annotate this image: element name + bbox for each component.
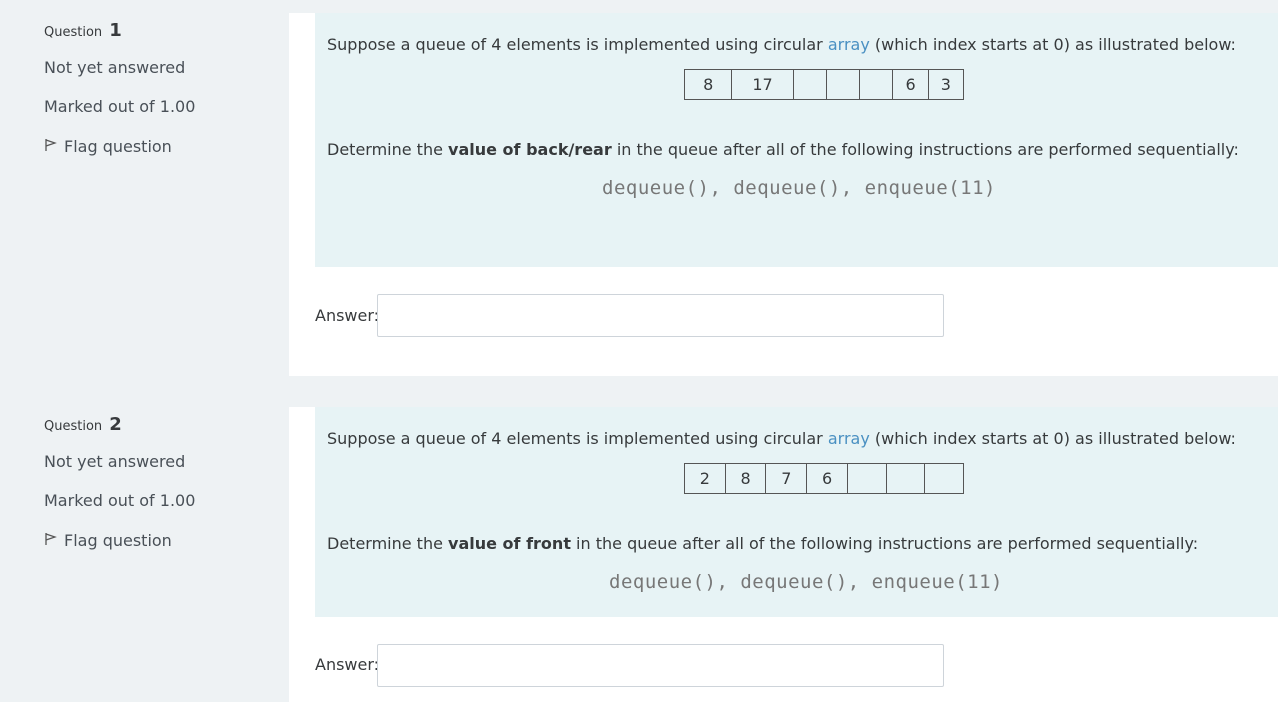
array-cell: 6 (892, 69, 929, 100)
array-cell (859, 69, 894, 100)
question-task: Determine the value of back/rear in the … (327, 140, 1239, 159)
queue-array-table: 2 8 7 6 (684, 463, 964, 494)
queue-array-table: 8 17 6 3 (683, 69, 965, 100)
question-number: Question 2 (44, 414, 122, 435)
array-cell: 2 (684, 463, 726, 494)
question-number: Question 1 (44, 20, 122, 41)
question-intro: Suppose a queue of 4 elements is impleme… (327, 429, 1236, 448)
question-info: Question 1 Not yet answered Marked out o… (44, 20, 274, 156)
instruction-code: dequeue(), dequeue(), enqueue(11) (609, 571, 1003, 593)
question-content: Suppose a queue of 4 elements is impleme… (289, 407, 1278, 702)
array-cell (846, 463, 887, 494)
question-intro: Suppose a queue of 4 elements is impleme… (327, 35, 1236, 54)
answer-input[interactable] (377, 294, 944, 337)
array-cell: 8 (683, 69, 733, 100)
question-content: Suppose a queue of 4 elements is impleme… (289, 13, 1278, 376)
flag-question-link[interactable]: Flag question (44, 137, 172, 156)
array-cell: 7 (765, 463, 808, 494)
flag-icon (44, 137, 58, 156)
answer-label: Answer: (315, 655, 380, 674)
question-state: Not yet answered (44, 58, 186, 77)
question-1: Question 1 Not yet answered Marked out o… (0, 0, 1278, 376)
flag-question-link[interactable]: Flag question (44, 531, 172, 550)
array-cell: 3 (927, 69, 965, 100)
answer-label: Answer: (315, 306, 380, 325)
array-link[interactable]: array (828, 429, 870, 448)
question-formulation: Suppose a queue of 4 elements is impleme… (315, 407, 1278, 617)
array-cell (885, 463, 926, 494)
array-cell (792, 69, 828, 100)
question-formulation: Suppose a queue of 4 elements is impleme… (315, 13, 1278, 267)
question-state: Not yet answered (44, 452, 186, 471)
flag-icon (44, 531, 58, 550)
array-cell: 8 (724, 463, 767, 494)
array-link[interactable]: array (828, 35, 870, 54)
question-2: Question 2 Not yet answered Marked out o… (0, 394, 1278, 702)
question-info: Question 2 Not yet answered Marked out o… (44, 414, 274, 550)
question-grade: Marked out of 1.00 (44, 491, 196, 510)
answer-input[interactable] (377, 644, 944, 687)
array-cell (924, 463, 964, 494)
question-grade: Marked out of 1.00 (44, 97, 196, 116)
array-cell (825, 69, 861, 100)
array-cell: 17 (731, 69, 794, 100)
instruction-code: dequeue(), dequeue(), enqueue(11) (602, 177, 996, 199)
array-cell: 6 (806, 463, 848, 494)
question-task: Determine the value of front in the queu… (327, 534, 1199, 553)
